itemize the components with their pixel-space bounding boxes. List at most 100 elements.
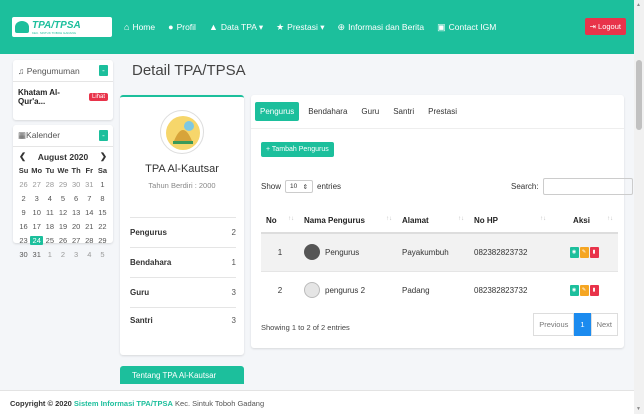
calendar-day[interactable]: 29 <box>56 180 69 189</box>
nav-prestasi[interactable]: ★ Prestasi ▾ <box>276 22 324 33</box>
calendar-day[interactable]: 25 <box>43 236 56 245</box>
calendar-icon: ▦ <box>18 130 27 140</box>
calendar-day[interactable]: 15 <box>96 208 109 217</box>
nav-profil[interactable]: ● Profil <box>168 22 196 32</box>
cell-alamat: Padang <box>397 270 469 309</box>
calendar-day[interactable]: 20 <box>70 222 83 231</box>
calendar-day[interactable]: 11 <box>43 208 56 217</box>
calendar-card: ▦Kalender - ❮ August 2020 ❯ Su Mo Tu We Th Fr… <box>13 125 113 259</box>
nav-home[interactable]: ⌂ Home <box>124 22 155 32</box>
next-month-button[interactable]: ❯ <box>100 151 107 162</box>
nav-data-tpa[interactable]: ▲ Data TPA ▾ <box>209 22 263 33</box>
view-icon[interactable]: ◉ <box>569 246 579 258</box>
about-card-header: Tentang TPA Al-Kautsar <box>120 366 244 384</box>
nav-profil-label: Profil <box>176 22 196 32</box>
pagination-page[interactable]: 1 <box>574 313 591 336</box>
page-scrollbar[interactable]: ▲ ▼ <box>634 0 644 414</box>
calendar-day[interactable]: 13 <box>70 208 83 217</box>
calendar-day[interactable]: 23 <box>17 236 30 245</box>
col-header-no[interactable]: No ↑↓ <box>261 208 299 234</box>
trash-icon[interactable]: ▮ <box>589 246 599 258</box>
entries-select[interactable]: 10 ⇕ <box>285 180 314 193</box>
calendar-day[interactable]: 1 <box>43 250 56 259</box>
col-header-label: No <box>266 215 277 225</box>
calendar-day[interactable]: 22 <box>96 222 109 231</box>
calendar-day[interactable]: 7 <box>83 194 96 203</box>
profile-founded: Tahun Berdiri : 2000 <box>148 181 216 190</box>
edit-icon[interactable]: ✎ <box>579 246 589 258</box>
calendar-day[interactable]: 14 <box>83 208 96 217</box>
sort-icon: ↑↓ <box>288 215 294 222</box>
calendar-day[interactable]: 8 <box>96 194 109 203</box>
view-icon[interactable]: ◉ <box>569 284 579 296</box>
calendar-day[interactable]: 4 <box>43 194 56 203</box>
col-header-hp[interactable]: No HP ↑↓ <box>469 208 551 234</box>
search-input[interactable] <box>542 178 633 195</box>
calendar-day[interactable]: 17 <box>30 222 43 231</box>
calendar-day[interactable]: 27 <box>30 180 43 189</box>
search-area: Search: <box>511 178 633 195</box>
calendar-day[interactable]: 18 <box>43 222 56 231</box>
stat-label: Bendahara <box>130 258 172 267</box>
collapse-button[interactable]: - <box>99 65 108 76</box>
calendar-dow: Mo <box>31 166 43 175</box>
calendar-day[interactable]: 19 <box>56 222 69 231</box>
calendar-day[interactable]: 2 <box>17 194 30 203</box>
table-row: 2 pengurus 2 Padang 082382823732 ◉ ✎ ▮ <box>261 270 618 309</box>
announcement-item[interactable]: Khatam Al-Qur'a... <box>18 88 86 106</box>
calendar-day[interactable]: 26 <box>56 236 69 245</box>
calendar-day[interactable]: 6 <box>70 194 83 203</box>
footer-system-link[interactable]: Sistem Informasi TPA/TPSA <box>74 399 173 408</box>
col-header-nama[interactable]: Nama Pengurus ↑↓ <box>299 208 397 234</box>
calendar-day[interactable]: 21 <box>83 222 96 231</box>
calendar-day[interactable]: 30 <box>70 180 83 189</box>
tab-pengurus[interactable]: Pengurus <box>255 102 300 121</box>
calendar-day[interactable]: 12 <box>56 208 69 217</box>
calendar-day[interactable]: 1 <box>96 180 109 189</box>
scrollbar-thumb[interactable] <box>636 60 642 130</box>
tab-bendahara[interactable]: Bendahara <box>303 102 352 121</box>
calendar-day[interactable]: 16 <box>17 222 30 231</box>
calendar-day[interactable]: 10 <box>30 208 43 217</box>
calendar-day[interactable]: 29 <box>96 236 109 245</box>
edit-icon[interactable]: ✎ <box>579 284 589 296</box>
scroll-down-arrow-icon[interactable]: ▼ <box>636 406 641 412</box>
col-header-aksi[interactable]: Aksi ↑↓ <box>551 208 618 234</box>
brand-logo[interactable]: TPA/TPSA KEC. SINTUK TOBOH GADANG <box>12 17 112 37</box>
calendar-day[interactable]: 9 <box>17 208 30 217</box>
calendar-day[interactable]: 28 <box>83 236 96 245</box>
calendar-day[interactable]: 31 <box>30 250 43 259</box>
calendar-day[interactable]: 4 <box>83 250 96 259</box>
calendar-day[interactable]: 27 <box>70 236 83 245</box>
pagination-previous[interactable]: Previous <box>533 313 575 336</box>
tab-santri[interactable]: Santri <box>388 102 419 121</box>
cell-no: 1 <box>261 232 299 271</box>
view-badge[interactable]: Lihat <box>88 93 108 101</box>
calendar-today[interactable]: 24 <box>30 236 44 245</box>
calendar-day[interactable]: 31 <box>83 180 96 189</box>
scroll-up-arrow-icon[interactable]: ▲ <box>636 2 641 8</box>
pagination-next[interactable]: Next <box>590 313 618 336</box>
globe-icon: ⊕ <box>337 21 346 32</box>
tab-guru[interactable]: Guru <box>356 102 384 121</box>
calendar-day[interactable]: 28 <box>43 180 56 189</box>
calendar-day[interactable]: 3 <box>30 194 43 203</box>
calendar-day[interactable]: 2 <box>56 250 69 259</box>
col-header-alamat[interactable]: Alamat ↑↓ <box>397 208 469 234</box>
cell-no: 2 <box>261 270 299 309</box>
add-pengurus-button[interactable]: + Tambah Pengurus <box>261 142 334 157</box>
calendar-day[interactable]: 30 <box>17 250 30 259</box>
collapse-button[interactable]: - <box>99 130 108 141</box>
calendar-day[interactable]: 3 <box>70 250 83 259</box>
tab-prestasi[interactable]: Prestasi <box>423 102 462 121</box>
nav-informasi[interactable]: ⊕ Informasi dan Berita <box>338 22 425 33</box>
tab-bar: Pengurus Bendahara Guru Santri Prestasi <box>251 95 624 129</box>
prev-month-button[interactable]: ❮ <box>19 151 26 162</box>
logout-button[interactable]: ⇥ Logout <box>584 18 626 35</box>
calendar-day[interactable]: 5 <box>56 194 69 203</box>
calendar-day[interactable]: 5 <box>96 250 109 259</box>
profile-card: TPA Al-Kautsar Tahun Berdiri : 2000 Peng… <box>120 95 244 355</box>
calendar-day[interactable]: 26 <box>17 180 30 189</box>
trash-icon[interactable]: ▮ <box>589 284 599 296</box>
nav-contact[interactable]: ▣ Contact IGM <box>437 22 496 33</box>
